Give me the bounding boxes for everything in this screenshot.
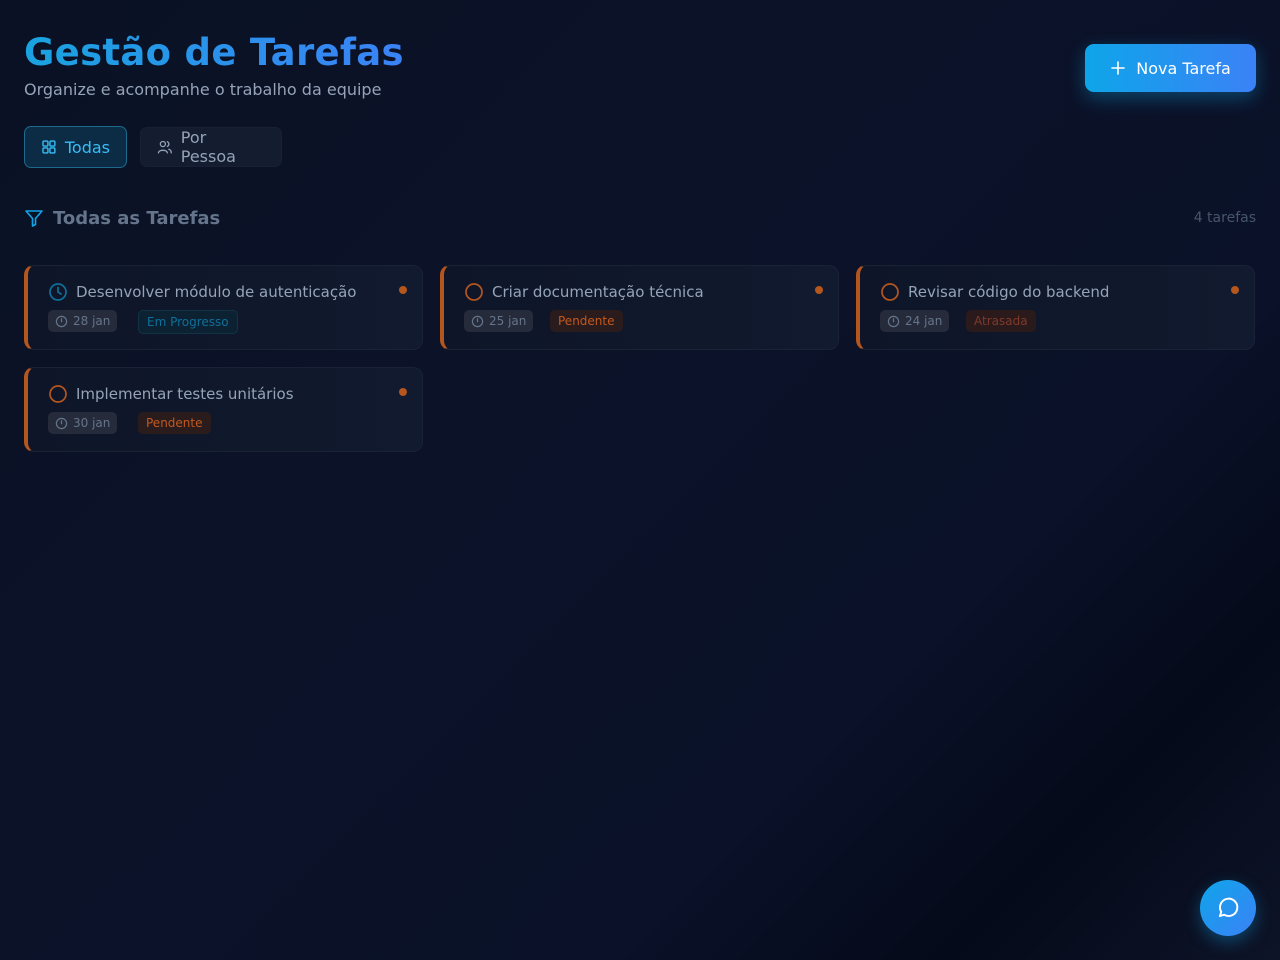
priority-dot <box>399 286 407 294</box>
clock-icon <box>55 417 68 429</box>
status-badge: Atrasada <box>966 310 1036 332</box>
status-badge: Pendente <box>138 412 211 434</box>
section-header: Todas as Tarefas 4 tarefas <box>24 206 1256 230</box>
circle-icon <box>881 283 899 301</box>
filter-icon <box>25 210 43 227</box>
new-task-button[interactable]: Nova Tarefa <box>1085 44 1256 92</box>
page-subtitle: Organize e acompanhe o trabalho da equip… <box>24 80 382 99</box>
due-date-text: 24 jan <box>905 314 943 328</box>
tab-todas[interactable]: Todas <box>24 126 127 168</box>
task-title: Desenvolver módulo de autenticação <box>76 283 357 301</box>
task-card[interactable]: Criar documentação técnica 25 jan Penden… <box>440 265 839 350</box>
page-header: Gestão de Tarefas Organize e acompanhe o… <box>24 30 404 99</box>
circle-icon <box>465 283 483 301</box>
status-badge: Em Progresso <box>138 310 238 334</box>
priority-dot <box>1231 286 1239 294</box>
task-title: Criar documentação técnica <box>492 283 704 301</box>
task-card[interactable]: Desenvolver módulo de autenticação 28 ja… <box>24 265 423 350</box>
task-title: Revisar código do backend <box>908 283 1110 301</box>
status-badge: Pendente <box>550 310 623 332</box>
clock-icon <box>471 315 484 327</box>
clock-icon <box>887 315 900 327</box>
grid-icon <box>42 140 56 154</box>
task-title: Implementar testes unitários <box>76 385 294 403</box>
plus-icon <box>1111 61 1126 75</box>
priority-dot <box>399 388 407 396</box>
due-date: 24 jan <box>880 310 950 332</box>
due-date-text: 25 jan <box>489 314 527 328</box>
new-task-button-label: Nova Tarefa <box>1136 58 1231 78</box>
tab-por-pessoa-label: Por Pessoa <box>180 128 236 166</box>
task-card[interactable]: Revisar código do backend 24 jan Atrasad… <box>856 265 1255 350</box>
section-title: Todas as Tarefas <box>53 207 221 229</box>
tab-por-pessoa[interactable]: Por Pessoa <box>140 127 282 167</box>
chat-icon <box>1218 897 1239 918</box>
due-date-text: 28 jan <box>73 314 111 328</box>
chat-button[interactable] <box>1200 880 1256 936</box>
clock-icon <box>49 283 67 301</box>
priority-dot <box>815 286 823 294</box>
due-date: 28 jan <box>48 310 118 332</box>
page-title: Gestão de Tarefas <box>24 31 404 74</box>
tab-todas-label: Todas <box>64 137 110 157</box>
due-date: 25 jan <box>464 310 534 332</box>
due-date-text: 30 jan <box>73 416 111 430</box>
users-icon <box>157 140 172 154</box>
view-tabs: Todas Por Pessoa <box>24 126 282 168</box>
task-count: 4 tarefas <box>1193 210 1256 226</box>
circle-icon <box>49 385 67 403</box>
task-card[interactable]: Implementar testes unitários 30 jan Pend… <box>24 367 423 452</box>
clock-icon <box>55 315 68 327</box>
due-date: 30 jan <box>48 412 118 434</box>
